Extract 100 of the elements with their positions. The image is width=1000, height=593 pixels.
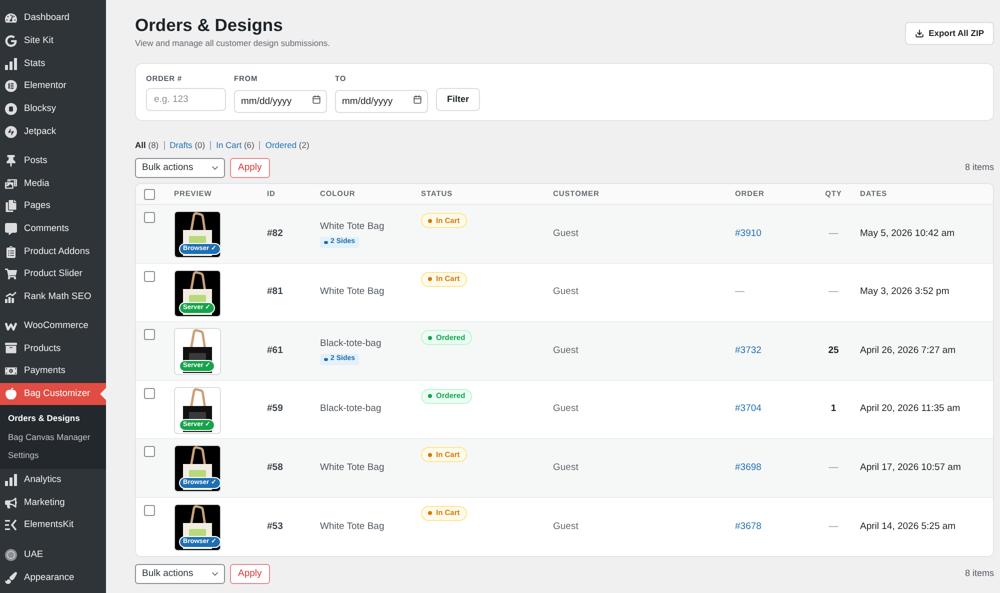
sidebar-item[interactable]: Payments bbox=[0, 360, 106, 382]
date-text: April 20, 2026 11:35 am bbox=[860, 402, 960, 416]
sidebar-item[interactable]: Pages bbox=[0, 195, 106, 218]
sidebar-item[interactable]: ElementsKit bbox=[0, 514, 106, 537]
sidebar-item[interactable]: Rank Math SEO bbox=[0, 286, 106, 308]
status-filter-link[interactable]: All (8) bbox=[135, 138, 159, 152]
colour-name: Black-tote-bag bbox=[320, 336, 382, 351]
customer-name: Guest bbox=[553, 402, 578, 416]
design-id: #61 bbox=[267, 344, 283, 358]
checkbox[interactable] bbox=[144, 329, 155, 340]
sidebar-item[interactable]: Appearance bbox=[0, 566, 106, 590]
order-link[interactable]: #3910 bbox=[735, 226, 762, 241]
customer-name: Guest bbox=[553, 460, 578, 475]
submenu-item[interactable]: Orders & Designs bbox=[0, 409, 106, 428]
download-icon bbox=[914, 29, 924, 38]
apply-button[interactable]: Apply bbox=[230, 564, 270, 584]
sidebar-item[interactable]: Stats bbox=[0, 52, 106, 76]
calendar-icon[interactable] bbox=[413, 95, 422, 104]
sidebar-item[interactable]: Dashboard bbox=[0, 7, 106, 30]
filter-button[interactable]: Filter bbox=[436, 88, 480, 111]
checkbox[interactable] bbox=[144, 270, 155, 282]
quantity-value: — bbox=[828, 285, 838, 300]
customer-name: Guest bbox=[553, 226, 578, 241]
date-field[interactable]: mm/dd/yyyy bbox=[234, 90, 327, 113]
item-count: 8 items bbox=[964, 161, 994, 174]
shopping-cart-icon bbox=[5, 268, 17, 280]
quantity-value: — bbox=[828, 520, 838, 534]
customer-name: Guest bbox=[553, 344, 578, 358]
sidebar-item[interactable]: Elementor bbox=[0, 75, 106, 98]
sidebar-item[interactable]: Bag Customizer bbox=[0, 382, 106, 406]
design-id: #53 bbox=[267, 520, 283, 534]
order-link[interactable]: #3732 bbox=[735, 344, 762, 358]
design-id: #59 bbox=[267, 402, 283, 416]
sidebar-item[interactable]: Blocksy bbox=[0, 98, 106, 120]
export-button[interactable]: Export All ZIP bbox=[904, 22, 994, 45]
megaphone-icon bbox=[5, 496, 17, 509]
page-title: Orders & Designs bbox=[135, 14, 284, 36]
quantity-value: 1 bbox=[830, 402, 836, 416]
apply-button[interactable]: Apply bbox=[230, 158, 270, 178]
bulk-actions-select[interactable]: Bulk actions bbox=[135, 564, 225, 584]
colour-name: White Tote Bag bbox=[320, 220, 384, 234]
sidebar-item[interactable]: Analytics bbox=[0, 468, 106, 492]
sidebar-item[interactable]: Products bbox=[0, 337, 106, 360]
customer-name: Guest bbox=[553, 520, 578, 534]
comment-icon bbox=[5, 223, 17, 236]
chart-line-icon bbox=[5, 291, 17, 304]
date-text: April 17, 2026 10:57 am bbox=[860, 460, 961, 475]
date-field[interactable]: mm/dd/yyyy bbox=[335, 90, 428, 113]
media-icon bbox=[5, 178, 17, 190]
g-logo-icon bbox=[5, 35, 17, 48]
checkbox[interactable] bbox=[144, 212, 155, 223]
date-text: May 3, 2026 3:52 pm bbox=[860, 285, 950, 300]
dashboard-gauge-icon bbox=[5, 12, 17, 24]
date-text: April 14, 2026 5:25 am bbox=[860, 520, 956, 534]
sidebar-item[interactable]: WooCommerce bbox=[0, 314, 106, 338]
status-filter-link[interactable]: In Cart (6) bbox=[216, 138, 254, 152]
submenu-item[interactable]: Bag Canvas Manager bbox=[0, 428, 106, 446]
sidebar-item[interactable]: Marketing bbox=[0, 491, 106, 514]
quantity-value: 25 bbox=[828, 344, 839, 358]
dollar-bill-icon bbox=[5, 365, 17, 378]
date-text: May 5, 2026 10:42 am bbox=[860, 226, 955, 241]
clipboard-icon bbox=[5, 246, 17, 258]
sidebar-item[interactable]: Product Addons bbox=[0, 240, 106, 264]
design-id: #58 bbox=[267, 460, 283, 475]
order-number-field[interactable]: e.g. 123 bbox=[146, 88, 226, 111]
order-empty: — bbox=[735, 285, 744, 300]
order-link[interactable]: #3704 bbox=[735, 402, 762, 416]
order-link[interactable]: #3698 bbox=[735, 460, 762, 475]
pages-icon bbox=[5, 200, 17, 212]
sidebar-item[interactable]: Site Kit bbox=[0, 30, 106, 52]
bar-chart-icon bbox=[5, 58, 17, 70]
status-filter-link[interactable]: Drafts (0) bbox=[170, 138, 206, 152]
ring-circle-icon bbox=[5, 549, 17, 562]
item-count: 8 items bbox=[964, 567, 994, 580]
sidebar-item[interactable]: Product Slider bbox=[0, 263, 106, 286]
sidebar-item[interactable]: Media bbox=[0, 172, 106, 195]
pushpin-icon bbox=[5, 154, 17, 167]
apple-icon bbox=[5, 388, 17, 400]
sidebar-item[interactable]: UAE bbox=[0, 544, 106, 566]
checkbox[interactable] bbox=[144, 504, 155, 516]
checkbox[interactable] bbox=[144, 188, 155, 200]
sidebar-item[interactable]: Jetpack bbox=[0, 120, 106, 144]
page-subtitle: View and manage all customer design submissions. bbox=[135, 37, 330, 49]
checkbox[interactable] bbox=[144, 446, 155, 457]
submenu-item[interactable]: Settings bbox=[0, 446, 106, 465]
bolt-circle-icon bbox=[5, 126, 17, 138]
quantity-value: — bbox=[828, 460, 838, 475]
bar-chart-icon bbox=[5, 474, 17, 486]
checkbox[interactable] bbox=[144, 388, 155, 398]
customer-name: Guest bbox=[553, 285, 578, 300]
colour-name: Black-tote-bag bbox=[320, 402, 382, 416]
calendar-icon[interactable] bbox=[312, 95, 321, 104]
design-id: #81 bbox=[267, 285, 283, 300]
sidebar-item[interactable]: Posts bbox=[0, 150, 106, 172]
order-link[interactable]: #3678 bbox=[735, 520, 762, 534]
sidebar-item[interactable]: Comments bbox=[0, 218, 106, 240]
paintbrush-icon bbox=[5, 572, 17, 584]
date-text: April 26, 2026 7:27 am bbox=[860, 344, 956, 358]
bulk-actions-select[interactable]: Bulk actions bbox=[135, 158, 225, 178]
status-filter-link[interactable]: Ordered (2) bbox=[265, 138, 310, 152]
